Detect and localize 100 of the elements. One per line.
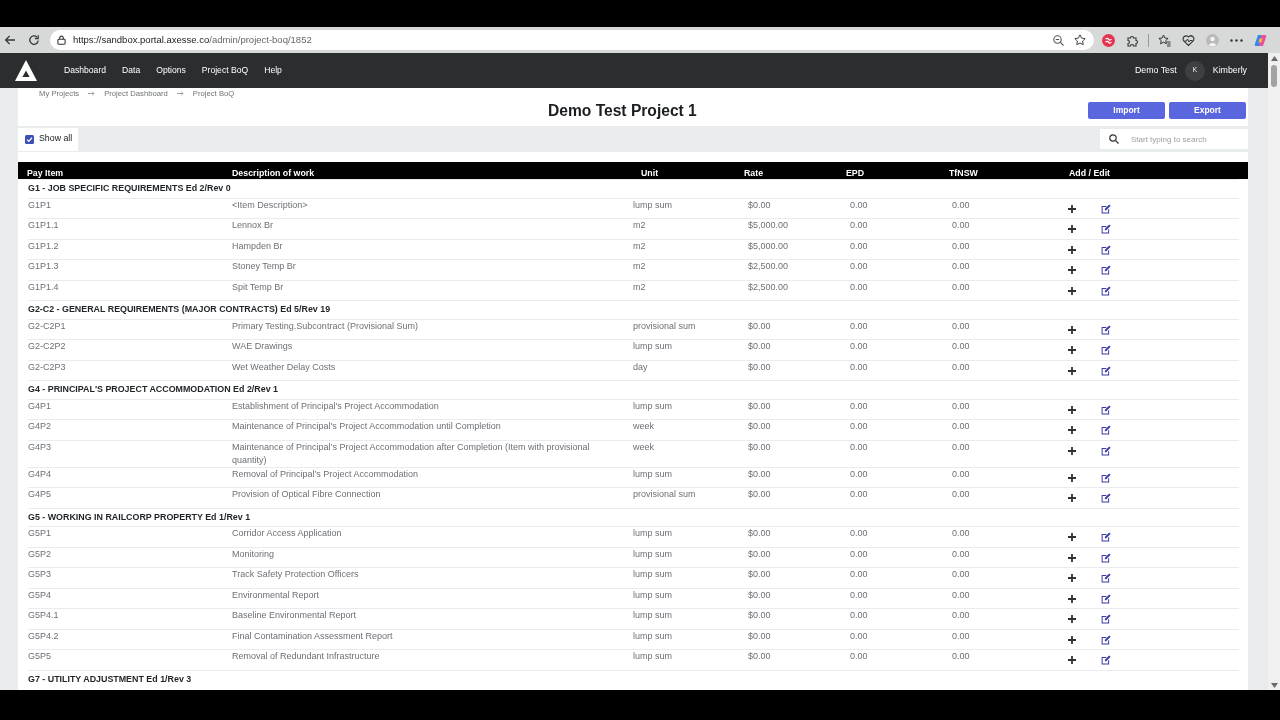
unit-text: lump sum	[633, 589, 672, 600]
column-header: EPD	[846, 167, 865, 178]
edit-icon[interactable]	[1101, 224, 1111, 234]
item-description: Stoney Temp Br	[232, 260, 296, 273]
plus-icon[interactable]	[1068, 656, 1076, 664]
address-bar[interactable]: https://sandbox.portal.axesse.co/admin/project-boq/1852	[50, 30, 1094, 50]
nav-link[interactable]: Options	[156, 64, 186, 77]
back-arrow-icon[interactable]	[4, 34, 16, 46]
edit-icon[interactable]	[1101, 472, 1111, 483]
favorites-icon[interactable]	[1158, 33, 1171, 47]
edit-icon[interactable]	[1101, 324, 1111, 335]
tfnsw-value: 0.00	[952, 589, 970, 600]
edit-icon[interactable]	[1101, 614, 1111, 624]
scroll-down-arrow-icon[interactable]	[1270, 683, 1278, 688]
edit-icon[interactable]	[1101, 573, 1111, 583]
pay-item-code: G1P1.3	[28, 261, 59, 271]
show-all-label[interactable]: Show all	[39, 132, 73, 146]
nav-link[interactable]: Dashboard	[64, 64, 107, 77]
plus-icon[interactable]	[1068, 346, 1076, 354]
zoom-out-icon[interactable]	[1053, 34, 1064, 46]
pay-item-code: G5P3	[28, 569, 51, 579]
tfnsw-value: 0.00	[952, 468, 970, 479]
puzzle-icon[interactable]	[1126, 33, 1139, 47]
edit-icon[interactable]	[1101, 404, 1111, 415]
plus-icon[interactable]	[1068, 553, 1076, 562]
url-text: https://sandbox.portal.axesse.co/admin/project-boq/1852	[73, 32, 312, 47]
tfnsw-value: 0.00	[952, 220, 970, 230]
item-description: Removal of Principal’s Project Accommodation	[232, 467, 418, 481]
plus-icon[interactable]	[1068, 594, 1076, 603]
search-field[interactable]: Start typing to search	[1100, 129, 1248, 149]
export-button[interactable]: Export	[1169, 101, 1246, 119]
rate-value: $0.00	[748, 199, 771, 210]
edit-icon[interactable]	[1101, 552, 1111, 563]
more-options-icon[interactable]	[1230, 38, 1243, 42]
pay-item-code: G5P2	[28, 548, 51, 559]
tfnsw-value: 0.00	[952, 341, 970, 351]
edit-icon[interactable]	[1101, 285, 1111, 296]
swirl-logo-icon[interactable]	[1254, 33, 1267, 47]
plus-icon[interactable]	[1068, 446, 1076, 455]
plus-icon[interactable]	[1068, 574, 1076, 582]
edit-icon[interactable]	[1101, 655, 1111, 665]
unit-text: provisional sum	[633, 489, 696, 499]
edit-icon[interactable]	[1101, 634, 1111, 645]
plus-icon[interactable]	[1068, 366, 1076, 375]
rate-value: $0.00	[748, 528, 771, 538]
edit-icon[interactable]	[1101, 365, 1111, 376]
reload-icon[interactable]	[28, 34, 40, 46]
rate-value: $0.00	[748, 651, 771, 661]
heart-pulse-icon[interactable]	[1182, 33, 1195, 47]
user-name[interactable]: Kimberly	[1212, 63, 1247, 78]
plus-icon[interactable]	[1068, 225, 1076, 233]
plus-icon[interactable]	[1068, 204, 1076, 213]
item-description: Removal of Redundant Infrastructure	[232, 650, 380, 663]
plus-icon[interactable]	[1068, 426, 1076, 434]
plus-icon[interactable]	[1068, 473, 1076, 482]
rate-value: $0.00	[748, 569, 771, 579]
edit-icon[interactable]	[1101, 244, 1111, 255]
plus-icon[interactable]	[1068, 533, 1076, 541]
nav-link[interactable]: Data	[122, 64, 141, 77]
plus-icon[interactable]	[1068, 286, 1076, 295]
edit-icon[interactable]	[1101, 445, 1111, 456]
rate-value: $0.00	[748, 468, 771, 479]
scrollbar-thumb[interactable]	[1271, 65, 1277, 87]
unit-text: week	[633, 441, 654, 452]
round-extension-icon[interactable]	[1102, 33, 1115, 47]
rate-value: $0.00	[748, 548, 771, 559]
import-button[interactable]: Import	[1088, 101, 1165, 119]
scroll-up-arrow-icon[interactable]	[1270, 56, 1278, 61]
plus-icon[interactable]	[1068, 494, 1076, 502]
star-icon[interactable]	[1074, 34, 1086, 46]
pay-item-code: G4P1	[28, 400, 51, 411]
edit-icon[interactable]	[1101, 345, 1111, 355]
unit-text: lump sum	[633, 400, 672, 411]
edit-icon[interactable]	[1101, 425, 1111, 435]
plus-icon[interactable]	[1068, 615, 1076, 623]
arrow-right-icon	[88, 91, 96, 96]
item-description: <Item Description>	[232, 198, 308, 212]
column-header: Pay Item	[27, 167, 64, 178]
unit-text: lump sum	[633, 528, 672, 538]
edit-icon[interactable]	[1101, 593, 1111, 604]
plus-icon[interactable]	[1068, 266, 1076, 274]
edit-icon[interactable]	[1101, 532, 1111, 542]
edit-icon[interactable]	[1101, 203, 1111, 214]
epd-value: 0.00	[850, 630, 868, 641]
unit-text: m2	[633, 281, 646, 292]
item-description: Baseline Environmental Report	[232, 609, 357, 622]
nav-link[interactable]: Project BoQ	[201, 64, 249, 77]
item-description: Monitoring	[232, 547, 275, 561]
epd-value: 0.00	[850, 548, 868, 559]
checkbox[interactable]	[25, 134, 34, 144]
edit-icon[interactable]	[1101, 493, 1111, 503]
pay-item-code: G1P1	[28, 199, 51, 210]
plus-icon[interactable]	[1068, 405, 1076, 414]
nav-link[interactable]: Help	[264, 64, 282, 77]
edit-icon[interactable]	[1101, 265, 1111, 275]
plus-icon[interactable]	[1068, 245, 1076, 254]
triangle-logo-icon[interactable]	[15, 60, 37, 81]
plus-icon[interactable]	[1068, 635, 1076, 644]
plus-icon[interactable]	[1068, 325, 1076, 334]
column-header: Description of work	[232, 167, 315, 178]
